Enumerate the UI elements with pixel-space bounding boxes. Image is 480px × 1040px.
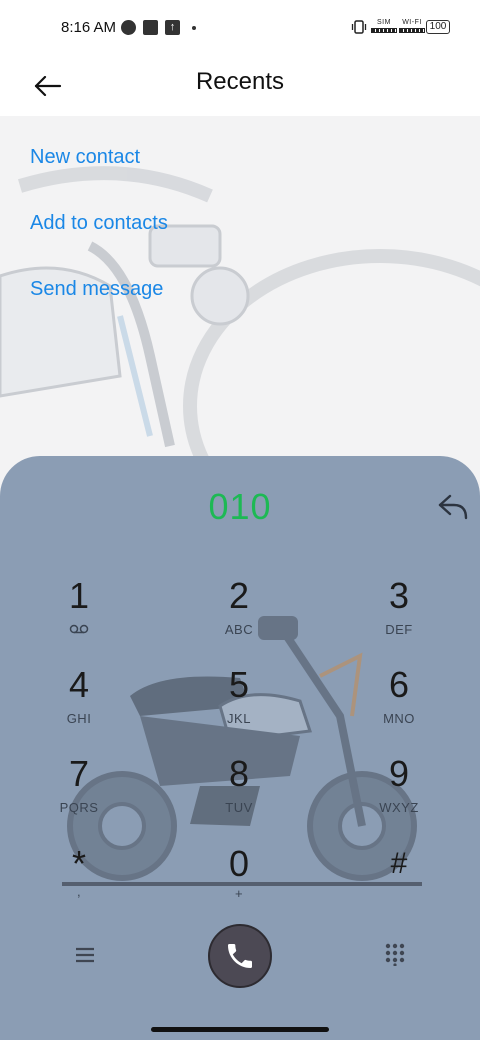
- key-4[interactable]: 4 GHI: [24, 665, 134, 745]
- key-star[interactable]: * ,: [24, 844, 134, 924]
- backspace-reply-icon[interactable]: [436, 492, 470, 522]
- page-title: Recents: [195, 68, 285, 95]
- notification-square-icon: [143, 20, 158, 35]
- wifi-label: WI-FI: [402, 19, 422, 26]
- key-7[interactable]: 7 PQRS: [24, 754, 134, 834]
- key-0-digit: 0: [228, 843, 250, 884]
- notification-app-icon: [121, 20, 136, 35]
- key-3[interactable]: 3 DEF: [344, 576, 454, 656]
- new-contact-link[interactable]: New contact: [30, 146, 140, 169]
- key-3-letters: DEF: [385, 622, 413, 637]
- key-9[interactable]: 9 WXYZ: [344, 754, 454, 834]
- wifi-signal-icon: WI-FI: [399, 19, 425, 33]
- phone-icon: [228, 944, 252, 968]
- key-9-digit: 9: [388, 753, 410, 794]
- key-3-digit: 3: [388, 575, 410, 616]
- call-button[interactable]: [208, 924, 272, 988]
- menu-icon[interactable]: [70, 942, 100, 968]
- key-9-letters: WXYZ: [379, 800, 419, 815]
- key-8-digit: 8: [228, 753, 250, 794]
- key-2[interactable]: 2 ABC: [184, 576, 294, 656]
- vibrate-icon: [351, 20, 367, 34]
- key-star-letters: ,: [76, 884, 82, 899]
- key-4-digit: 4: [68, 664, 90, 705]
- key-1[interactable]: 1: [24, 576, 134, 656]
- dialed-number: 010: [208, 486, 272, 527]
- key-6[interactable]: 6 MNO: [344, 665, 454, 745]
- key-2-letters: ABC: [224, 622, 254, 637]
- dialpad-toggle-icon[interactable]: [384, 942, 406, 966]
- add-to-contacts-link[interactable]: Add to contacts: [30, 212, 168, 235]
- status-bar: 8:16 AM ↑ SIM WI-FI 100: [0, 0, 480, 56]
- dialer-panel: 010 1 2 ABC 3 DEF 4 GHI 5 JKL 6 MNO 7 PQ…: [0, 456, 480, 1040]
- key-6-digit: 6: [388, 664, 410, 705]
- key-0-letters: +: [234, 886, 244, 901]
- key-7-letters: PQRS: [59, 800, 99, 815]
- key-7-digit: 7: [68, 753, 90, 794]
- send-message-link[interactable]: Send message: [30, 278, 163, 301]
- key-2-digit: 2: [228, 575, 250, 616]
- key-0[interactable]: 0 +: [184, 844, 294, 924]
- status-time: 8:16 AM: [61, 19, 117, 36]
- key-6-letters: MNO: [383, 711, 415, 726]
- more-notifications-dot-icon: [192, 26, 196, 30]
- key-5[interactable]: 5 JKL: [184, 665, 294, 745]
- key-star-digit: *: [71, 843, 86, 884]
- key-5-digit: 5: [228, 664, 250, 705]
- key-8[interactable]: 8 TUV: [184, 754, 294, 834]
- battery-icon: 100: [426, 20, 450, 34]
- key-5-letters: JKL: [227, 711, 251, 726]
- app-header: Recents: [0, 56, 480, 116]
- sim-label: SIM: [377, 19, 391, 26]
- key-hash[interactable]: #: [344, 844, 454, 924]
- key-hash-digit: #: [390, 847, 408, 880]
- key-4-letters: GHI: [66, 711, 92, 726]
- sim-signal-icon: SIM: [371, 19, 397, 33]
- voicemail-icon: [24, 622, 134, 637]
- key-8-letters: TUV: [225, 800, 253, 815]
- key-1-digit: 1: [68, 575, 90, 616]
- home-indicator[interactable]: [151, 1027, 329, 1032]
- notification-upload-icon: ↑: [165, 20, 180, 35]
